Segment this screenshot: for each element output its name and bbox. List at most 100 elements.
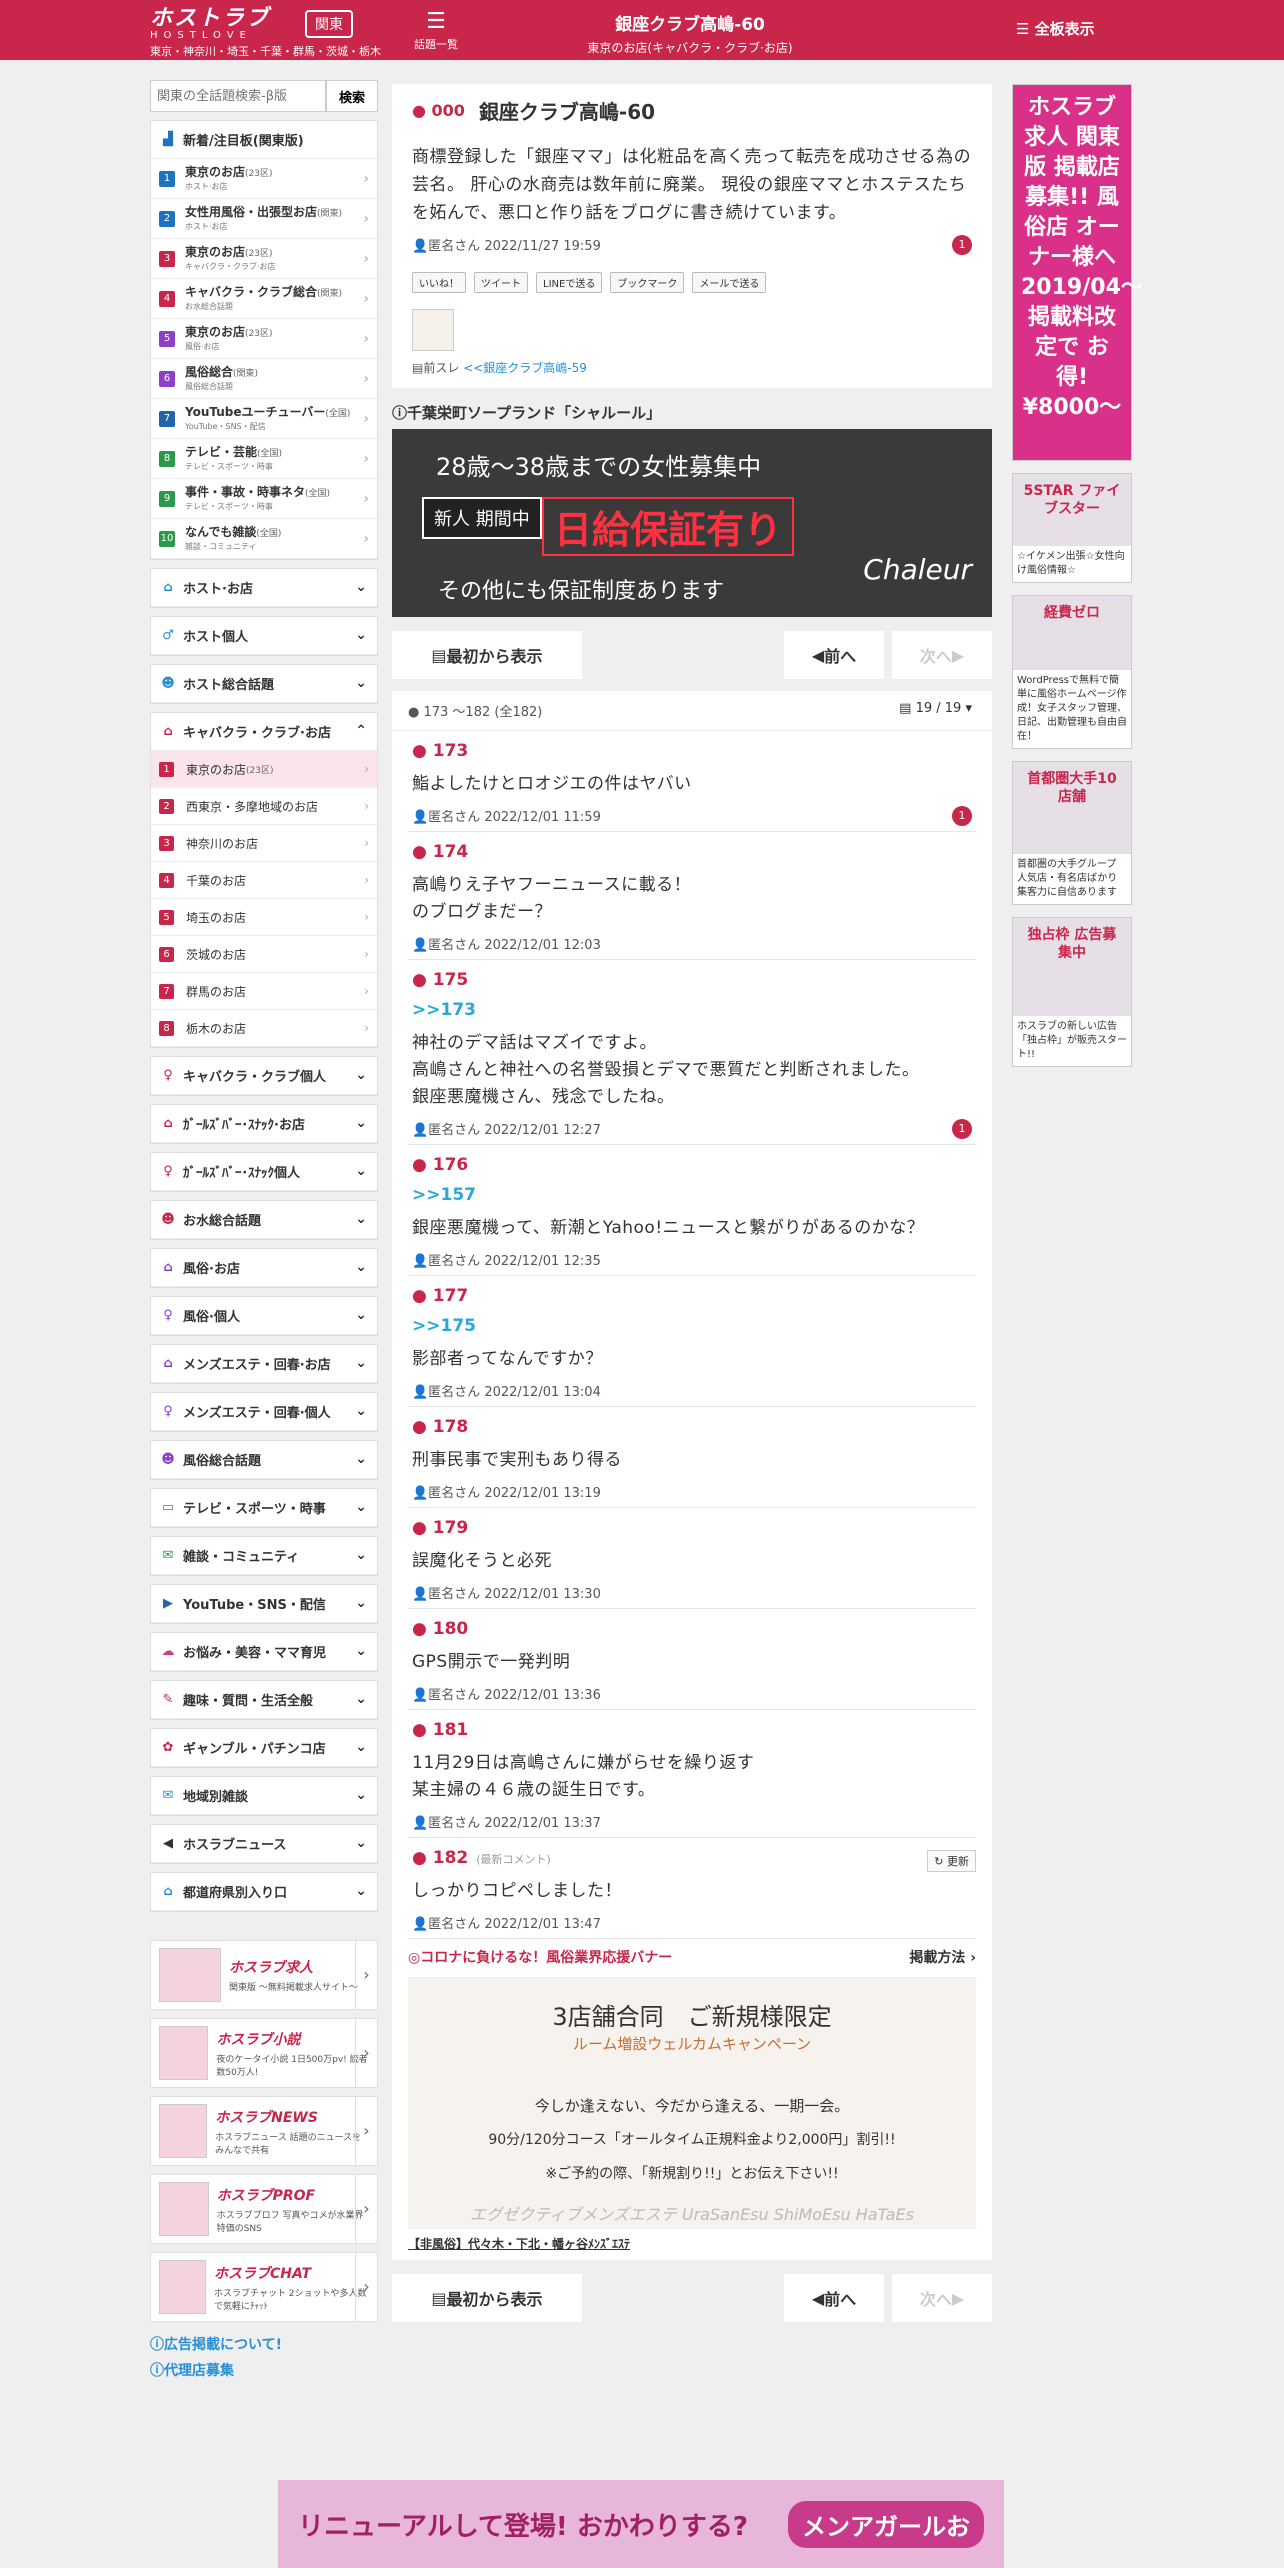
cabaret-shop-item[interactable]: 8 栃木のお店 › [151, 1010, 377, 1047]
category-icon: ♀ [163, 1308, 173, 1323]
rank-item[interactable]: 8 テレビ・芸能(全国) テレビ・スポーツ・時事 › [151, 439, 377, 479]
refresh-button[interactable]: ↻ 更新 [927, 1850, 976, 1872]
rank-item[interactable]: 10 なんでも雑談(全国) 雑談・コミュニティ › [151, 519, 377, 559]
share-button[interactable]: メールで送る [692, 272, 767, 293]
chevron-right-icon: › [363, 330, 369, 347]
bar-chart-icon: ▟ [163, 132, 173, 147]
category-header[interactable]: ⌂ 風俗·お店 ⌄ [151, 1249, 377, 1287]
promo-banner[interactable]: ホスラブCHAT ホスラブチャット 2ショットや多人数で気軽にﾁｬｯﾄ › [150, 2252, 378, 2322]
side-ad[interactable]: 独占枠 広告募集中 ホスラブの新しい広告「独占枠」が販売スタート!! [1012, 917, 1132, 1067]
cabaret-shop-item[interactable]: 3 神奈川のお店 › [151, 825, 377, 862]
ad-info-link[interactable]: ⓘ広告掲載について! [150, 2334, 378, 2354]
topics-list-button[interactable]: ☰ 話題一覧 [412, 8, 460, 52]
bottom-ad-banner[interactable]: リニューアルして登場! おかわりする? メンアガールお [278, 2480, 1004, 2568]
covid-banner-caption[interactable]: 【非風俗】代々木・下北・幡ヶ谷ﾒﾝｽﾞｴｽﾃ [408, 2235, 976, 2252]
rank-item[interactable]: 6 風俗総合(関東) 風俗総合話題 › [151, 359, 377, 399]
next-page-button[interactable]: 次へ ▶ [892, 631, 992, 679]
category-header[interactable]: ⌂ ｶﾞｰﾙｽﾞﾊﾞｰ･ｽﾅｯｸ·お店 ⌄ [151, 1105, 377, 1143]
posting-method-link[interactable]: 掲載方法 › [909, 1947, 976, 1967]
site-logo[interactable]: ホストラブ HOSTLOVE [150, 8, 290, 42]
chevron-right-icon: › [363, 210, 369, 227]
promo-banner[interactable]: ホスラブNEWS ホスラブニュース 話題のニュースをみんなで共有 › [150, 2096, 378, 2166]
side-ad[interactable]: 首都圏大手10店舗 首都圏の大手グループ 人気店・有名店ばかり 集客力に自信ありま… [1012, 761, 1132, 905]
thread-thumbnail[interactable] [412, 309, 454, 351]
promo-banner[interactable]: ホスラブ小説 夜のケータイ小説 1日500万pv! 読者数50万人! › [150, 2018, 378, 2088]
rank-panel-title: ▟ 新着/注目板(関東版) [151, 121, 377, 159]
side-ad[interactable]: ホスラブ求人 関東版 掲載店 募集!! 風俗店 オーナー様へ 2019/04〜 … [1012, 84, 1143, 461]
side-ad[interactable]: 5STAR ファイブスター ☆イケメン出張☆女性向け風俗情報☆ [1012, 473, 1132, 583]
category-header[interactable]: ♀ キャバクラ・クラブ個人 ⌄ [151, 1057, 377, 1095]
category-header[interactable]: ✿ ギャンブル・パチンコ店 ⌄ [151, 1729, 377, 1767]
category-header[interactable]: ✉ 雑談・コミュニティ ⌄ [151, 1537, 377, 1575]
first-page-button[interactable]: ▤ 最初から表示 [392, 2274, 582, 2322]
category-header[interactable]: ⌂ キャバクラ・クラブ·お店 ⌃ [151, 713, 377, 751]
search-input[interactable] [150, 80, 326, 112]
rank-item[interactable]: 2 女性用風俗・出張型お店(関東) ホスト·お店 › [151, 199, 377, 239]
reply-count-badge[interactable]: 1 [952, 806, 972, 826]
category-item: ⌂ 風俗·お店 ⌄ [150, 1248, 378, 1288]
first-page-button[interactable]: ▤ 最初から表示 [392, 631, 582, 679]
ad-banner[interactable]: 28歳〜38歳までの女性募集中 新人 期間中 日給保証有り その他にも保証制度あ… [392, 429, 992, 617]
share-button[interactable]: ツイート [474, 272, 528, 293]
category-header[interactable]: ◀ ホスラブニュース ⌄ [151, 1825, 377, 1863]
category-header[interactable]: ▭ テレビ・スポーツ・時事 ⌄ [151, 1489, 377, 1527]
promo-banner[interactable]: ホスラブPROF ホスラブプロフ 写真やコメが水業界特価のSNS › [150, 2174, 378, 2244]
category-header[interactable]: ♀ ｶﾞｰﾙｽﾞﾊﾞｰ･ｽﾅｯｸ個人 ⌄ [151, 1153, 377, 1191]
post-item: ● 178 刑事民事で実刑もあり得る 👤匿名さん 2022/12/01 13:1… [408, 1407, 976, 1508]
share-button[interactable]: LINEで送る [536, 272, 603, 293]
cabaret-shop-item[interactable]: 1 東京のお店 (23区) › [151, 751, 377, 788]
reply-anchor-link[interactable]: >>173 [412, 1000, 972, 1020]
category-header[interactable]: ♂ ホスト個人 ⌄ [151, 617, 377, 655]
cabaret-shop-item[interactable]: 6 茨城のお店 › [151, 936, 377, 973]
cabaret-shop-item[interactable]: 7 群馬のお店 › [151, 973, 377, 1010]
prev-page-button[interactable]: ◀ 前へ [784, 631, 884, 679]
rank-item[interactable]: 7 YouTubeユーチューバー(全国) YouTube・SNS・配信 › [151, 399, 377, 439]
reply-anchor-link[interactable]: >>175 [412, 1316, 972, 1336]
cabaret-shop-item[interactable]: 4 千葉のお店 › [151, 862, 377, 899]
category-header[interactable]: ⌂ ホスト·お店 ⌄ [151, 569, 377, 607]
category-item: ✉ 地域別雑談 ⌄ [150, 1776, 378, 1816]
category-item: ▭ テレビ・スポーツ・時事 ⌄ [150, 1488, 378, 1528]
share-button[interactable]: いいね！ [412, 272, 466, 293]
category-header[interactable]: ♀ 風俗·個人 ⌄ [151, 1297, 377, 1335]
prev-page-button[interactable]: ◀ 前へ [784, 2274, 884, 2322]
covid-banner-section: ◎コロナに負けるな！風俗業界応援バナー 掲載方法 › 3店舗合同 ご新規様限定 ル… [392, 1939, 992, 2260]
category-header[interactable]: ☁ お悩み・美容・ママ育児 ⌄ [151, 1633, 377, 1671]
share-button[interactable]: ブックマーク [610, 272, 685, 293]
reply-count-badge[interactable]: 1 [952, 1119, 972, 1139]
category-header[interactable]: ☻ 風俗総合話題 ⌄ [151, 1441, 377, 1479]
rank-item[interactable]: 3 東京のお店(23区) キャバクラ・クラブ·お店 › [151, 239, 377, 279]
search-button[interactable]: 検索 [326, 80, 378, 112]
rank-item[interactable]: 4 キャバクラ・クラブ総合(関東) お水総合話題 › [151, 279, 377, 319]
rank-item[interactable]: 1 東京のお店(23区) ホスト·お店 › [151, 159, 377, 199]
post-meta: 👤匿名さん 2022/12/01 13:47 [412, 1917, 601, 1932]
reply-anchor-link[interactable]: >>157 [412, 1185, 972, 1205]
cabaret-shop-item[interactable]: 5 埼玉のお店 › [151, 899, 377, 936]
page-selector[interactable]: ▤ 19 / 19 ▾ [899, 701, 972, 716]
category-header[interactable]: ⌂ 都道府県別入り口 ⌄ [151, 1873, 377, 1911]
rank-item[interactable]: 9 事件・事故・時事ネタ(全国) テレビ・スポーツ・時事 › [151, 479, 377, 519]
post-body: 高嶋りえ子ヤフーニュースに載る！ のブログまだー？ [412, 875, 692, 922]
agent-recruit-link[interactable]: ⓘ代理店募集 [150, 2360, 378, 2380]
category-header[interactable]: ✎ 趣味・質問・生活全般 ⌄ [151, 1681, 377, 1719]
all-boards-button[interactable]: ☰ 全板表示 [1016, 18, 1095, 39]
banner-thumbnail [159, 1948, 221, 2002]
rank-item[interactable]: 5 東京のお店(23区) 風俗·お店 › [151, 319, 377, 359]
next-page-button[interactable]: 次へ ▶ [892, 2274, 992, 2322]
category-header[interactable]: ▶ YouTube・SNS・配信 ⌄ [151, 1585, 377, 1623]
category-header[interactable]: ☻ お水総合話題 ⌄ [151, 1201, 377, 1239]
post-body: 誤魔化そうと必死 [412, 1551, 552, 1571]
category-header[interactable]: ⌂ メンズエステ・回春·お店 ⌄ [151, 1345, 377, 1383]
chevron-down-icon: ⌄ [355, 1403, 367, 1419]
category-header[interactable]: ✉ 地域別雑談 ⌄ [151, 1777, 377, 1815]
covid-banner[interactable]: 3店舗合同 ご新規様限定 ルーム増設ウェルカムキャンペーン 今しか逢えない、今だ… [408, 1977, 976, 2229]
cabaret-shop-item[interactable]: 2 西東京・多摩地域のお店 › [151, 788, 377, 825]
promo-banner[interactable]: ホスラブ求人 関東版 〜無料掲載求人サイト〜 › [150, 1940, 378, 2010]
reply-count-badge[interactable]: 1 [952, 235, 972, 255]
category-header[interactable]: ♀ メンズエステ・回春·個人 ⌄ [151, 1393, 377, 1431]
side-ad[interactable]: 経費ゼロ WordPressで無料で簡単に風俗ホームページ作成！女子スタッフ管理、… [1012, 595, 1132, 749]
prev-thread-link[interactable]: <<銀座クラブ高嶋-59 [463, 361, 587, 375]
user-icon: 👤 [412, 1486, 429, 1501]
category-header[interactable]: ☻ ホスト総合話題 ⌄ [151, 665, 377, 703]
region-button[interactable]: 関東 [305, 10, 353, 38]
